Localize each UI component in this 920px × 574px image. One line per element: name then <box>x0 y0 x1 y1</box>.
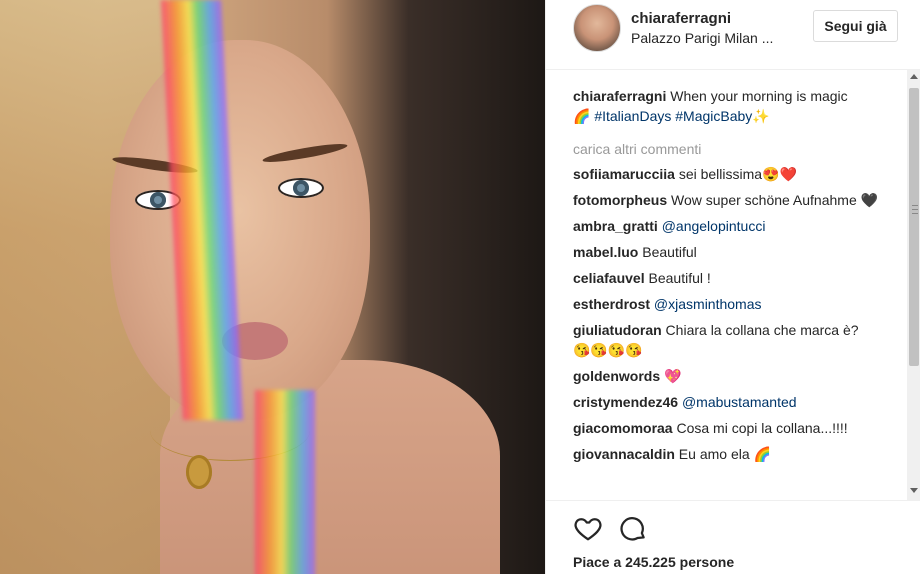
comment-emoji: 😘😘😘😘 <box>573 342 643 358</box>
comment-text: Beautiful <box>638 244 697 260</box>
caption-username[interactable]: chiaraferragni <box>573 88 666 104</box>
comment-item: estherdrost @xjasminthomas <box>573 294 903 314</box>
post-photo[interactable] <box>0 0 545 574</box>
comment-mention[interactable]: @xjasminthomas <box>650 296 762 312</box>
load-more-comments-link[interactable]: carica altri commenti <box>573 140 903 158</box>
post-header: chiaraferragni Palazzo Parigi Milan ... … <box>546 0 920 70</box>
caption-hashtags[interactable]: #ItalianDays #MagicBaby <box>590 108 752 124</box>
comment-mention[interactable]: @angelopintucci <box>658 218 766 234</box>
comment-username[interactable]: celiafauvel <box>573 270 645 286</box>
comment-item: giuliatudoran Chiara la collana che marc… <box>573 320 903 360</box>
comment-username[interactable]: sofiiamarucciia <box>573 166 675 182</box>
author-username[interactable]: chiaraferragni <box>631 10 731 27</box>
comment-username[interactable]: estherdrost <box>573 296 650 312</box>
comment-text: Wow super schöne Aufnahme <box>667 192 861 208</box>
post-side-panel: chiaraferragni Palazzo Parigi Milan ... … <box>545 0 920 574</box>
photo-right-eye <box>278 178 324 198</box>
comment-username[interactable]: goldenwords <box>573 368 660 384</box>
comment-text: sei bellissima <box>674 166 763 182</box>
scroll-down-arrow-icon[interactable] <box>907 484 920 498</box>
caption-sparkles-emoji: ✨ <box>752 108 770 124</box>
comment-username[interactable]: fotomorpheus <box>573 192 667 208</box>
scrollbar-grip-icon <box>912 205 918 214</box>
comment-username[interactable]: giacomomoraa <box>573 420 673 436</box>
comment-emoji: 🌈 <box>753 446 771 462</box>
follow-button[interactable]: Segui già <box>813 10 898 42</box>
comment-item: sofiiamarucciia sei bellissima😍❤️ <box>573 164 903 184</box>
scroll-up-arrow-icon[interactable] <box>907 70 920 84</box>
comment-item: cristymendez46 @mabustamanted <box>573 392 903 412</box>
comment-text: Chiara la collana che marca è? <box>661 322 859 338</box>
scrollbar-thumb[interactable] <box>909 88 919 366</box>
comments-list: chiaraferragni When your morning is magi… <box>573 86 903 500</box>
comment-item: celiafauvel Beautiful ! <box>573 268 903 288</box>
post-caption: chiaraferragni When your morning is magi… <box>573 86 903 126</box>
comments-scrollbar[interactable] <box>907 70 920 500</box>
comment-item: giacomomoraa Cosa mi copi la collana...!… <box>573 418 903 438</box>
post-actions: Piace a 245.225 persone <box>546 500 920 574</box>
comment-icon[interactable] <box>618 513 648 543</box>
comment-text: Eu amo ela <box>674 446 754 462</box>
comment-item: fotomorpheus Wow super schöne Aufnahme 🖤 <box>573 190 903 210</box>
heart-icon[interactable] <box>573 513 603 543</box>
comment-text: Beautiful ! <box>644 270 711 286</box>
avatar[interactable] <box>573 4 621 52</box>
comment-item: giovannacaldin Eu amo ela 🌈 <box>573 444 903 464</box>
photo-necklace-pendant <box>186 455 212 489</box>
comment-item: ambra_gratti @angelopintucci <box>573 216 903 236</box>
comment-text: Cosa mi copi la collana...!!!! <box>672 420 848 436</box>
comment-emoji: 💖 <box>664 368 682 384</box>
comment-username[interactable]: ambra_gratti <box>573 218 658 234</box>
comment-mention[interactable]: @mabustamanted <box>678 394 797 410</box>
photo-rainbow-light-lower <box>255 390 315 574</box>
comment-emoji: 🖤 <box>860 192 879 208</box>
caption-text: When your morning is magic <box>666 88 848 104</box>
caption-rainbow-emoji: 🌈 <box>573 108 591 124</box>
comment-item: goldenwords 💖 <box>573 366 903 386</box>
comment-username[interactable]: mabel.luo <box>573 244 638 260</box>
comment-username[interactable]: cristymendez46 <box>573 394 678 410</box>
post-location[interactable]: Palazzo Parigi Milan ... <box>631 30 773 46</box>
likes-count[interactable]: Piace a 245.225 persone <box>573 554 734 570</box>
comment-username[interactable]: giovannacaldin <box>573 446 675 462</box>
comment-item: mabel.luo Beautiful <box>573 242 903 262</box>
comment-username[interactable]: giuliatudoran <box>573 322 662 338</box>
comment-emoji: 😍❤️ <box>762 166 797 182</box>
